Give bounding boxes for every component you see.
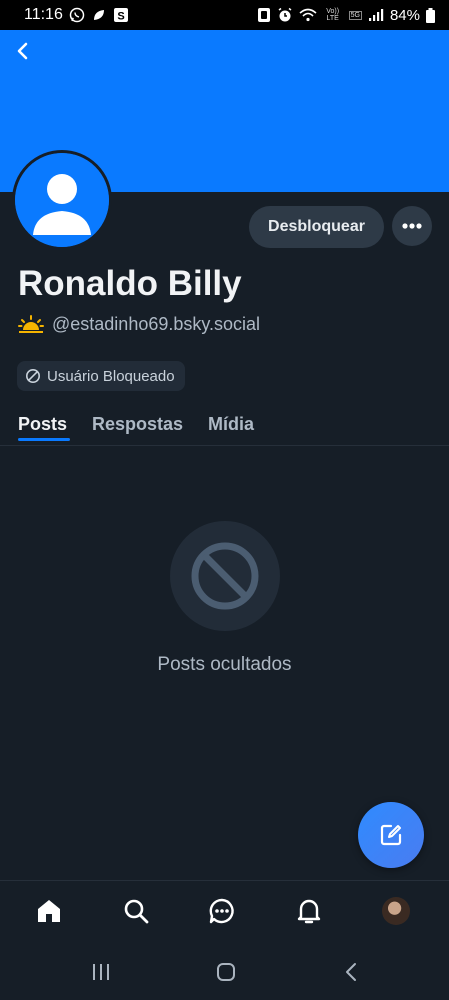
- profile-avatar-thumbnail: [382, 897, 410, 925]
- nav-home[interactable]: [33, 895, 65, 927]
- volte-label: Vo)) LTE: [326, 8, 340, 22]
- blocked-icon: [25, 368, 41, 384]
- profile-avatar[interactable]: [12, 150, 112, 250]
- tab-replies[interactable]: Respostas: [92, 402, 183, 446]
- chat-icon: [208, 897, 236, 925]
- compose-icon: [378, 822, 404, 848]
- blocked-badge: Usuário Bloqueado: [17, 361, 185, 391]
- empty-state-message: Posts ocultados: [157, 654, 292, 675]
- bell-icon: [295, 897, 323, 925]
- profile-handle: @estadinho69.bsky.social: [52, 314, 261, 334]
- nfc-icon: [257, 7, 271, 23]
- compose-post-button[interactable]: [358, 802, 424, 868]
- search-icon: [122, 897, 150, 925]
- more-options-button[interactable]: [392, 206, 432, 246]
- whatsapp-icon: [69, 7, 85, 23]
- status-time: 11:16: [24, 6, 63, 23]
- nav-notifications[interactable]: [293, 895, 325, 927]
- battery-icon: [426, 7, 435, 23]
- nav-profile[interactable]: [380, 895, 412, 927]
- status-bar: 11:16 S Vo)) LTE 5G 84%: [0, 0, 449, 30]
- nav-search[interactable]: [120, 895, 152, 927]
- system-navigation: [0, 942, 449, 1000]
- home-system-button[interactable]: [211, 960, 241, 984]
- unblock-button[interactable]: Desbloquear: [249, 206, 384, 248]
- back-system-button[interactable]: [336, 960, 366, 984]
- leaf-icon: [91, 7, 107, 23]
- default-user-icon: [15, 153, 109, 247]
- s-app-icon: S: [113, 7, 129, 23]
- empty-state-icon-container: [170, 521, 280, 631]
- alarm-icon: [277, 7, 293, 23]
- wifi-icon: [299, 8, 317, 22]
- svg-text:S: S: [117, 11, 124, 23]
- ellipsis-icon: [402, 223, 422, 229]
- recent-apps-icon: [91, 963, 111, 981]
- sunrise-icon: [18, 314, 44, 335]
- home-icon: [35, 897, 63, 925]
- active-tab-indicator: [18, 438, 70, 441]
- tab-media[interactable]: Mídia: [208, 402, 254, 446]
- bottom-navigation: [0, 880, 449, 942]
- chevron-left-icon: [15, 41, 31, 61]
- prohibited-icon: [190, 541, 260, 611]
- nav-chat[interactable]: [206, 895, 238, 927]
- display-name: Ronaldo Billy: [18, 264, 242, 303]
- handle-row: @estadinho69.bsky.social: [18, 314, 260, 335]
- signal-icon: [368, 8, 384, 22]
- back-arrow-icon: [344, 962, 358, 982]
- 5g-label: 5G: [348, 10, 362, 20]
- blocked-label: Usuário Bloqueado: [47, 367, 175, 385]
- home-system-icon: [216, 962, 236, 982]
- back-button[interactable]: [8, 36, 38, 66]
- battery-percent: 84%: [389, 6, 420, 24]
- recent-apps-button[interactable]: [86, 960, 116, 984]
